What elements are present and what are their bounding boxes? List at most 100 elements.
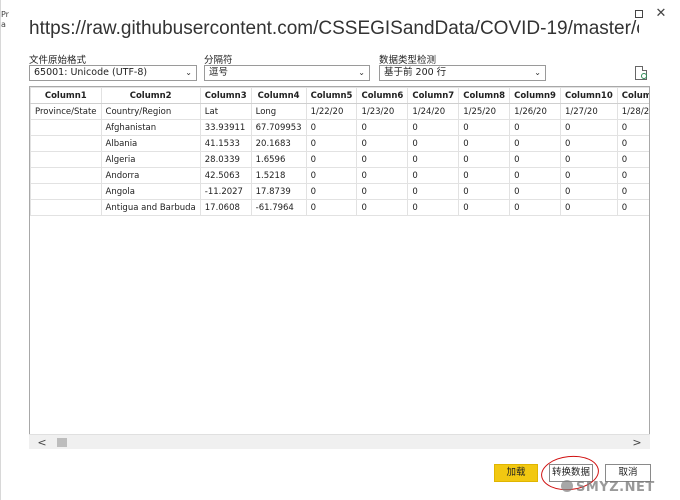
table-cell — [30, 119, 102, 136]
table-body: Province/State Country/Region Lat Long 1… — [30, 103, 649, 216]
table-cell: 0 — [559, 135, 618, 152]
table-row: Province/State Country/Region Lat Long 1… — [30, 103, 649, 120]
horizontal-scrollbar[interactable]: < > — [29, 434, 650, 449]
table-cell: 17.0608 — [199, 199, 252, 216]
table-cell — [30, 183, 102, 200]
table-row: Afghanistan 33.93911 67.709953 0 0 0 0 0… — [30, 119, 649, 136]
table-cell: 1/27/20 — [559, 103, 618, 120]
load-button[interactable]: 加载 — [494, 464, 538, 482]
table-cell: 1/26/20 — [509, 103, 561, 120]
table-cell: 0 — [616, 135, 649, 152]
chevron-down-icon: ⌄ — [534, 68, 541, 77]
table-cell — [30, 135, 102, 152]
column-header[interactable]: Column11 — [616, 87, 649, 104]
column-header[interactable]: Column8 — [458, 87, 511, 104]
table-cell: 0 — [305, 151, 358, 168]
table-cell: 0 — [407, 199, 460, 216]
table-cell: 33.93911 — [199, 119, 252, 136]
table-row: Albania 41.1533 20.1683 0 0 0 0 0 0 0 — [30, 135, 649, 152]
table-cell: 0 — [509, 167, 561, 184]
table-cell: 0 — [509, 119, 561, 136]
file-origin-value: 65001: Unicode (UTF-8) — [34, 67, 148, 78]
table-cell: 0 — [356, 135, 409, 152]
table-cell: Andorra — [100, 167, 201, 184]
table-cell: 0 — [458, 135, 511, 152]
table-cell: 0 — [616, 167, 649, 184]
background-text-2: a — [1, 20, 6, 29]
scrollbar-thumb[interactable] — [57, 438, 67, 447]
table-cell: 1/24/20 — [407, 103, 460, 120]
table-cell: 0 — [559, 167, 618, 184]
table-cell: Angola — [100, 183, 201, 200]
table-cell: 28.0339 — [199, 151, 252, 168]
column-header[interactable]: Column6 — [356, 87, 409, 104]
table-cell: 1/25/20 — [458, 103, 511, 120]
table-cell: 0 — [305, 199, 358, 216]
file-origin-select[interactable]: 65001: Unicode (UTF-8) ⌄ — [29, 65, 197, 81]
table-row: Angola -11.2027 17.8739 0 0 0 0 0 0 0 — [30, 183, 649, 200]
table-cell: 1.5218 — [250, 167, 307, 184]
close-icon[interactable]: ✕ — [653, 6, 669, 22]
table-cell: 0 — [509, 135, 561, 152]
table-cell: 0 — [458, 183, 511, 200]
table-cell: Lat — [199, 103, 252, 120]
column-header[interactable]: Column1 — [30, 87, 102, 104]
table-cell: 0 — [458, 119, 511, 136]
column-header[interactable]: Column7 — [407, 87, 460, 104]
column-header[interactable]: Column5 — [305, 87, 358, 104]
table-cell: 0 — [559, 151, 618, 168]
table-cell: 0 — [407, 183, 460, 200]
delimiter-label: 分隔符 — [204, 55, 233, 66]
column-header[interactable]: Column3 — [199, 87, 252, 104]
table-cell: 0 — [559, 119, 618, 136]
table-cell: 0 — [407, 119, 460, 136]
background-text-1: Pr — [1, 10, 9, 19]
table-cell: 1/28/20 — [616, 103, 649, 120]
table-cell: Long — [250, 103, 307, 120]
table-cell: 0 — [559, 199, 618, 216]
table-cell: 41.1533 — [199, 135, 252, 152]
scroll-left-icon[interactable]: < — [35, 435, 49, 450]
table-row: Antigua and Barbuda 17.0608 -61.7964 0 0… — [30, 199, 649, 216]
table-cell — [30, 199, 102, 216]
table-cell: 0 — [616, 151, 649, 168]
table-cell: 0 — [356, 167, 409, 184]
dialog-title: https://raw.githubusercontent.com/CSSEGI… — [29, 18, 639, 39]
restore-icon[interactable] — [631, 6, 647, 22]
type-detection-value: 基于前 200 行 — [384, 67, 447, 78]
table-cell: 0 — [509, 183, 561, 200]
delimiter-select[interactable]: 逗号 ⌄ — [204, 65, 370, 81]
refresh-file-icon[interactable] — [635, 66, 647, 80]
column-header[interactable]: Column2 — [100, 87, 201, 104]
table-cell: 0 — [305, 183, 358, 200]
column-header[interactable]: Column9 — [509, 87, 561, 104]
table-cell: 0 — [509, 151, 561, 168]
table-cell — [30, 151, 102, 168]
type-detection-label: 数据类型检测 — [379, 55, 437, 66]
table-cell: 0 — [458, 167, 511, 184]
table-cell: 0 — [407, 151, 460, 168]
csv-import-dialog: Pr a https://raw.githubusercontent.com/C… — [0, 0, 680, 500]
data-preview-grid[interactable]: Column1 Column2 Column3 Column4 Column5 … — [29, 86, 650, 449]
table-cell: 67.709953 — [250, 119, 307, 136]
table-cell: 0 — [616, 183, 649, 200]
table-cell — [30, 167, 102, 184]
table-cell: -11.2027 — [199, 183, 252, 200]
chevron-down-icon: ⌄ — [185, 68, 192, 77]
table-cell: 1/23/20 — [356, 103, 409, 120]
column-header[interactable]: Column10 — [559, 87, 618, 104]
table-row: Algeria 28.0339 1.6596 0 0 0 0 0 0 0 — [30, 151, 649, 168]
scroll-right-icon[interactable]: > — [630, 435, 644, 450]
watermark: SMYZ.NET — [561, 480, 679, 498]
background-window-strip: Pr a — [1, 0, 11, 500]
watermark-text: SMYZ.NET — [576, 480, 655, 495]
table-cell: Albania — [100, 135, 201, 152]
type-detection-select[interactable]: 基于前 200 行 ⌄ — [379, 65, 546, 81]
column-header[interactable]: Column4 — [250, 87, 307, 104]
table-cell: 0 — [356, 151, 409, 168]
table-cell: 0 — [407, 167, 460, 184]
watermark-logo-icon — [561, 480, 573, 492]
table-cell: 0 — [356, 199, 409, 216]
table-cell: 0 — [356, 183, 409, 200]
delimiter-value: 逗号 — [209, 67, 229, 78]
